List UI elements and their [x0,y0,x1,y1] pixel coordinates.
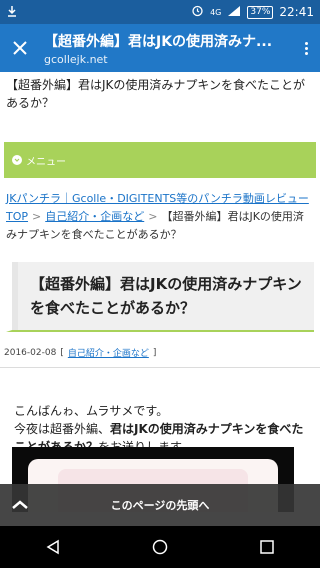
download-icon [6,5,18,20]
breadcrumb: JKパンチラ｜Gcolle・DIGITENTS等のパンチラ動画レビュー TOP >… [0,178,320,244]
meta-bracket-open: [ [60,347,64,358]
article-body: こんばんゎ、ムラサメです。 今夜は超番外編、君はJKの使用済みナプキンを食べたこ… [0,368,320,456]
recents-icon [259,540,274,554]
clock: 22:41 [279,5,314,19]
home-button[interactable] [130,526,190,568]
breadcrumb-top-link[interactable]: TOP [6,210,28,223]
page-url: gcollejk.net [44,52,108,66]
breadcrumb-site-link[interactable]: JKパンチラ｜Gcolle・DIGITENTS等のパンチラ動画レビュー [6,192,309,205]
breadcrumb-separator: > [32,210,42,223]
back-icon [46,539,60,555]
site-lead-text: 【超番外編】君はJKの使用済みナプキンを食べたことがあるか？ [6,78,306,110]
toolbar-titles[interactable]: 【超番外編】君はJKの使用済みナ... gcollejk.net [40,31,292,66]
alarm-icon [191,4,204,20]
close-button[interactable] [0,24,40,72]
page-title: 【超番外編】君はJKの使用済みナ... [44,33,273,50]
body-line-1: こんばんゎ、ムラサメです。 [14,404,169,418]
overflow-menu-button[interactable] [292,24,320,72]
recents-button[interactable] [237,526,297,568]
status-bar: 4G 37% 22:41 [0,0,320,24]
network-label: 4G [210,7,222,17]
category-link[interactable]: 自己紹介・企画など [68,346,149,359]
home-icon [152,539,168,555]
meta-bracket-close: ] [152,347,157,358]
menu-label: メニュー [26,156,66,168]
body-line-2-prefix: 今夜は超番外編、 [14,422,111,436]
signal-icon [227,5,241,20]
back-to-top-bar[interactable]: このページの先頭へ [0,484,320,526]
post-date: 2016-02-08 [4,347,57,358]
system-nav-bar [0,526,320,568]
chevron-down-icon [12,155,22,165]
breadcrumb-separator: > [148,210,158,223]
menu-toggle[interactable]: メニュー [4,142,316,178]
article-title: 【超番外編】君はJKの使用済みナプキンを食べたことがあるか？ [6,262,314,332]
more-vert-icon [304,40,308,57]
back-button[interactable] [23,526,83,568]
article-meta: 2016-02-08 [ 自己紹介・企画など] [0,332,320,368]
close-icon [13,41,27,55]
web-content[interactable]: 【超番外編】君はJKの使用済みナプキンを食べたことがあるか？ メニュー JKパン… [0,72,320,512]
back-to-top-label: このページの先頭へ [110,499,210,512]
browser-toolbar: 【超番外編】君はJKの使用済みナ... gcollejk.net [0,24,320,72]
chevron-up-icon [0,500,40,510]
battery-indicator: 37% [247,5,274,19]
breadcrumb-category-link[interactable]: 自己紹介・企画など [45,210,144,223]
